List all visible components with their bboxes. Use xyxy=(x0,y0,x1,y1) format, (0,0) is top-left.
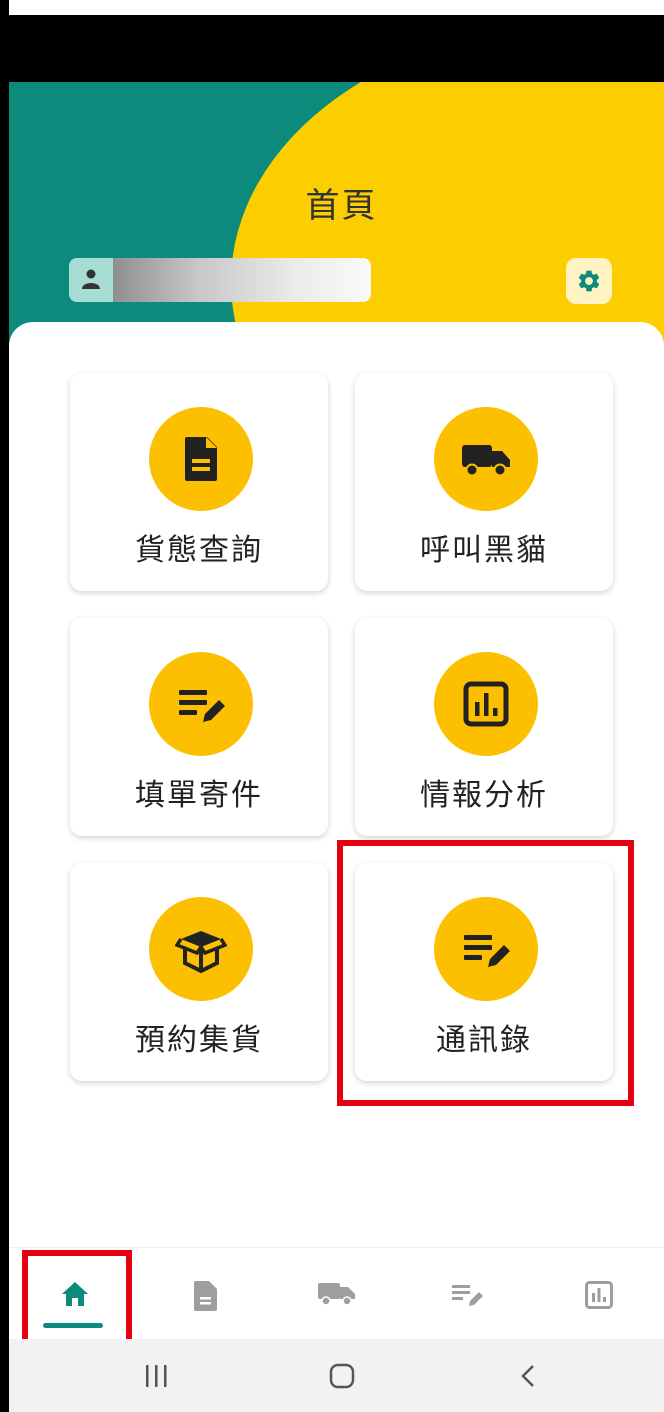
card-fill-form[interactable]: 填單寄件 xyxy=(70,618,328,836)
icon-circle xyxy=(149,652,253,756)
back-button[interactable] xyxy=(468,1339,588,1412)
truck-icon xyxy=(462,445,510,477)
card-label: 填單寄件 xyxy=(135,778,263,813)
gear-icon xyxy=(578,270,600,292)
icon-circle xyxy=(149,407,253,511)
card-analytics[interactable]: 情報分析 xyxy=(355,618,613,836)
edit-list-icon xyxy=(179,690,225,722)
edit-list-icon xyxy=(451,1285,483,1306)
back-icon xyxy=(521,1364,534,1387)
document-icon xyxy=(185,437,217,481)
settings-button[interactable] xyxy=(566,258,612,304)
card-label: 情報分析 xyxy=(420,778,548,813)
card-label: 貨態查詢 xyxy=(135,533,263,568)
nav-call-pickup[interactable] xyxy=(271,1248,402,1340)
nav-fill-form[interactable] xyxy=(402,1248,533,1340)
user-icon xyxy=(69,258,113,302)
box-icon xyxy=(175,931,227,974)
card-label: 預約集貨 xyxy=(135,1023,263,1058)
system-home-button[interactable] xyxy=(282,1339,402,1412)
nav-analytics[interactable] xyxy=(533,1248,664,1340)
icon-circle xyxy=(434,407,538,511)
page-title: 首頁 xyxy=(305,186,378,226)
card-tracking[interactable]: 貨態查詢 xyxy=(70,373,328,591)
nav-tracking[interactable] xyxy=(140,1248,271,1340)
card-label: 呼叫黑貓 xyxy=(420,533,548,568)
card-call-pickup[interactable]: 呼叫黑貓 xyxy=(355,373,613,591)
account-selector[interactable] xyxy=(69,258,371,302)
system-nav-bar xyxy=(9,1339,664,1412)
highlight-box-home xyxy=(22,1250,132,1347)
icon-circle xyxy=(434,652,538,756)
account-name-redacted xyxy=(113,258,371,302)
card-reserve-pickup[interactable]: 預約集貨 xyxy=(70,863,328,1081)
recent-apps-icon xyxy=(146,1364,167,1387)
recent-apps-button[interactable] xyxy=(96,1339,216,1412)
highlight-box-contacts xyxy=(337,840,634,1106)
bar-chart-icon xyxy=(584,1281,613,1309)
bar-chart-icon xyxy=(463,681,509,727)
home-circle-icon xyxy=(329,1363,355,1388)
document-icon xyxy=(193,1281,217,1311)
status-bar xyxy=(9,15,664,82)
icon-circle xyxy=(149,897,253,1001)
truck-icon xyxy=(317,1283,355,1306)
